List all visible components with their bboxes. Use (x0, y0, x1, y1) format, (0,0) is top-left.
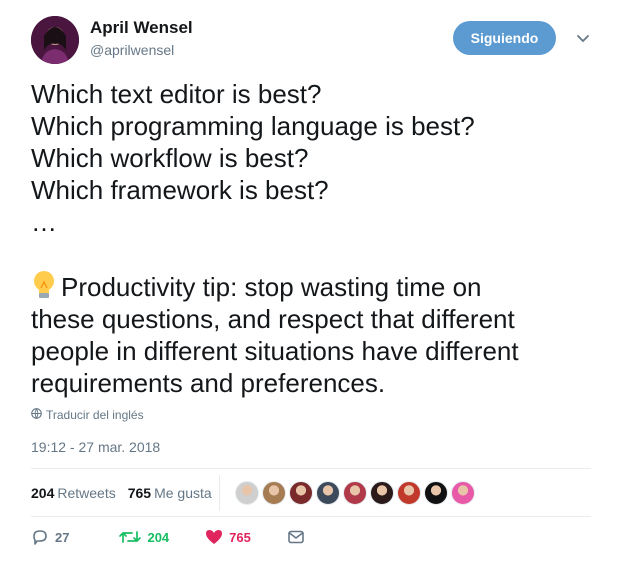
like-button[interactable]: 765 (205, 528, 251, 546)
liker-avatars (235, 481, 475, 505)
chevron-down-icon[interactable] (575, 30, 591, 46)
tweet-timestamp[interactable]: 19:12 - 27 mar. 2018 (31, 439, 160, 455)
tweet-text: Which text editor is best? Which program… (31, 78, 591, 399)
tip-text: Productivity tip: stop wasting time on (61, 272, 482, 302)
tweet-line: people in different situations have diff… (31, 336, 519, 366)
liker-avatar[interactable] (397, 481, 421, 505)
tweet-line: Which text editor is best? (31, 79, 322, 109)
translate-link[interactable]: Traducir del inglés (31, 408, 144, 422)
lightbulb-icon (31, 270, 57, 300)
retweet-count: 204 (147, 529, 170, 545)
like-count: 765 (229, 529, 251, 545)
envelope-icon (287, 528, 305, 546)
avatar[interactable] (31, 16, 79, 64)
likes-stat[interactable]: 765 Me gusta (128, 485, 212, 501)
tweet-stats: 204 Retweets 765 Me gusta (31, 485, 212, 501)
likes-label: Me gusta (154, 485, 212, 501)
tweet-line: requirements and preferences. (31, 368, 386, 398)
globe-icon (31, 408, 42, 422)
liker-avatar[interactable] (316, 481, 340, 505)
user-handle[interactable]: @aprilwensel (90, 42, 174, 58)
retweets-label: Retweets (57, 485, 116, 501)
reply-count: 27 (55, 529, 70, 545)
liker-avatar[interactable] (343, 481, 367, 505)
liker-avatar[interactable] (262, 481, 286, 505)
translate-label[interactable]: Traducir del inglés (46, 408, 144, 422)
tweet-line: Productivity tip: stop wasting time on (31, 270, 591, 303)
tweet-line: … (31, 207, 57, 237)
divider (31, 516, 591, 517)
liker-avatar[interactable] (424, 481, 448, 505)
retweet-button[interactable]: 204 (119, 528, 169, 546)
tweet-line: Which workflow is best? (31, 143, 309, 173)
retweet-icon (119, 528, 142, 546)
tweet-line: Which framework is best? (31, 175, 329, 205)
tweet-line: these questions, and respect that differ… (31, 304, 515, 334)
liker-avatar[interactable] (451, 481, 475, 505)
heart-icon (205, 528, 223, 546)
retweets-count: 204 (31, 485, 55, 501)
message-button[interactable] (287, 528, 305, 546)
liker-avatar[interactable] (370, 481, 394, 505)
likes-count: 765 (127, 485, 152, 501)
stats-separator (219, 475, 220, 511)
display-name[interactable]: April Wensel (90, 18, 193, 38)
liker-avatar[interactable] (289, 481, 313, 505)
tweet-actions: 27 204 765 (31, 528, 305, 546)
liker-avatar[interactable] (235, 481, 259, 505)
retweets-stat[interactable]: 204 Retweets (31, 485, 116, 501)
tweet-line: Which programming language is best? (31, 111, 475, 141)
divider (31, 468, 591, 469)
reply-button[interactable]: 27 (31, 528, 69, 546)
following-button[interactable]: Siguiendo (453, 21, 556, 55)
reply-icon (31, 528, 49, 546)
